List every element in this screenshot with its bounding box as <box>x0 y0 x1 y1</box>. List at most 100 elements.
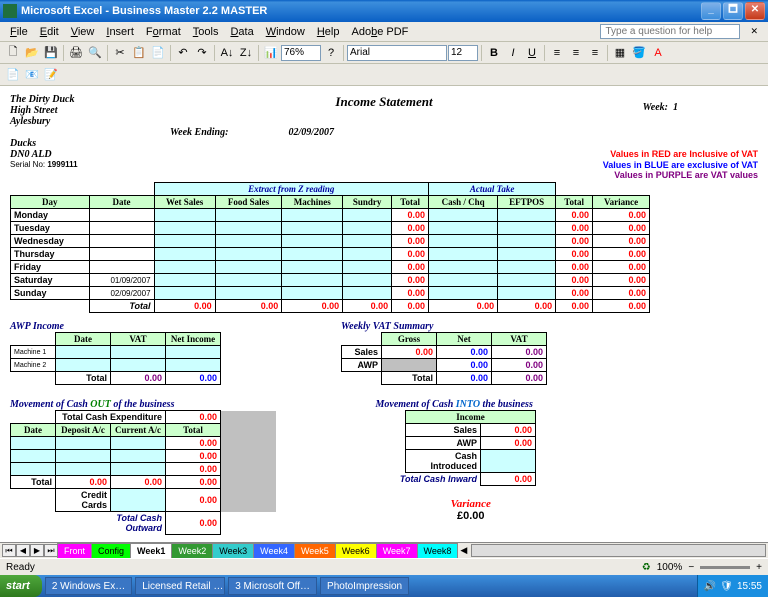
minimize-button[interactable]: _ <box>701 2 721 20</box>
font-combo[interactable] <box>347 45 447 61</box>
table-row[interactable]: Tuesday0.000.000.00 <box>11 222 650 235</box>
open-icon[interactable]: 📂 <box>23 44 41 62</box>
menu-adobe-pdf[interactable]: Adobe PDF <box>345 24 414 40</box>
underline-icon[interactable]: U <box>523 44 541 62</box>
taskbar-item[interactable]: Licensed Retail … <box>135 577 225 595</box>
borders-icon[interactable]: ▦ <box>611 44 629 62</box>
week-label: Week: 1 <box>643 102 678 113</box>
address-line: Aylesbury <box>10 116 758 127</box>
taskbar-item[interactable]: PhotoImpression <box>320 577 409 595</box>
sort-asc-icon[interactable]: A↓ <box>218 44 236 62</box>
tab-config[interactable]: Config <box>91 543 131 558</box>
sheet-tabs: ⏮ ◀ ▶ ⏭ Front Config Week1 Week2 Week3 W… <box>0 542 768 558</box>
recycle-icon: ♻ <box>642 562 651 573</box>
awp-table[interactable]: DateVATNet Income Machine 1 Machine 2 To… <box>10 332 221 385</box>
tab-nav-first[interactable]: ⏮ <box>2 544 16 557</box>
cut-icon[interactable]: ✂ <box>111 44 129 62</box>
copy-icon[interactable]: 📋 <box>130 44 148 62</box>
tab-week5[interactable]: Week5 <box>294 543 336 558</box>
paste-icon[interactable]: 📄 <box>149 44 167 62</box>
tab-week4[interactable]: Week4 <box>253 543 295 558</box>
menu-format[interactable]: Format <box>140 24 187 40</box>
excel-icon <box>3 4 17 18</box>
close-button[interactable]: ✕ <box>745 2 765 20</box>
table-row[interactable]: Wednesday0.000.000.00 <box>11 235 650 248</box>
close-workbook-button[interactable]: ✕ <box>744 24 764 39</box>
table-row[interactable]: Sunday02/09/20070.000.000.00 <box>11 287 650 300</box>
tab-week7[interactable]: Week7 <box>376 543 418 558</box>
table-row[interactable]: Thursday0.000.000.00 <box>11 248 650 261</box>
zoom-out-icon[interactable]: − <box>688 562 694 573</box>
tab-week6[interactable]: Week6 <box>335 543 377 558</box>
tab-nav-prev[interactable]: ◀ <box>16 544 30 557</box>
tab-front[interactable]: Front <box>57 543 92 558</box>
system-tray[interactable]: 🔊 🛡 15:55 <box>697 575 768 597</box>
pdf-mail-icon[interactable]: 📧 <box>23 66 41 84</box>
tray-icon[interactable]: 🛡 <box>720 581 733 592</box>
save-icon[interactable]: 💾 <box>42 44 60 62</box>
worksheet-area[interactable]: The Dirty Duck Income Statement Week: 1 … <box>0 86 768 542</box>
vat-note: Values in PURPLE are VAT values <box>10 170 758 180</box>
font-color-icon[interactable]: A <box>649 44 667 62</box>
align-center-icon[interactable]: ≡ <box>567 44 585 62</box>
print-icon[interactable]: 🖨 <box>67 44 85 62</box>
cash-in-title: Movement of Cash INTO the business <box>376 399 537 410</box>
vat-summary-table[interactable]: GrossNetVAT Sales0.000.000.00 AWP0.000.0… <box>341 332 547 385</box>
tab-week1[interactable]: Week1 <box>130 543 172 558</box>
menu-data[interactable]: Data <box>224 24 259 40</box>
tray-icon[interactable]: 🔊 <box>704 581 716 592</box>
status-ready: Ready <box>6 562 35 573</box>
pdf-toolbar: 📄 📧 📝 <box>0 64 768 86</box>
zoom-slider[interactable] <box>700 566 750 569</box>
start-button[interactable]: start <box>0 575 42 597</box>
maximize-button[interactable]: 🗖 <box>723 2 743 20</box>
sort-desc-icon[interactable]: Z↓ <box>237 44 255 62</box>
italic-icon[interactable]: I <box>504 44 522 62</box>
menu-view[interactable]: View <box>65 24 101 40</box>
menu-window[interactable]: Window <box>260 24 311 40</box>
menu-edit[interactable]: Edit <box>34 24 65 40</box>
week-ending-label: Week Ending: <box>170 127 228 138</box>
status-bar: Ready ♻ 100% − + <box>0 558 768 575</box>
cash-out-table[interactable]: Total Cash Expenditure0.00 DateDeposit A… <box>10 410 276 535</box>
horizontal-scrollbar[interactable] <box>471 544 766 557</box>
vat-note: Values in BLUE are exclusive of VAT <box>603 160 758 170</box>
zoom-in-icon[interactable]: + <box>756 562 762 573</box>
table-row[interactable]: Saturday01/09/20070.000.000.00 <box>11 274 650 287</box>
menu-tools[interactable]: Tools <box>187 24 225 40</box>
align-left-icon[interactable]: ≡ <box>548 44 566 62</box>
undo-icon[interactable]: ↶ <box>174 44 192 62</box>
chart-icon[interactable]: 📊 <box>262 44 280 62</box>
fontsize-combo[interactable] <box>448 45 478 61</box>
print-preview-icon[interactable]: 🔍 <box>86 44 104 62</box>
variance-label: Variance <box>406 498 537 510</box>
taskbar-item[interactable]: 2 Windows Ex… <box>45 577 132 595</box>
redo-icon[interactable]: ↷ <box>193 44 211 62</box>
taskbar-item[interactable]: 3 Microsoft Off… <box>228 577 317 595</box>
tab-week8[interactable]: Week8 <box>417 543 459 558</box>
help-search-input[interactable] <box>600 24 740 39</box>
tab-nav-next[interactable]: ▶ <box>30 544 44 557</box>
help-icon[interactable]: ? <box>322 44 340 62</box>
awp-title: AWP Income <box>10 321 221 332</box>
vat-summary-title: Weekly VAT Summary <box>341 321 547 332</box>
pdf-icon[interactable]: 📄 <box>4 66 22 84</box>
zoom-combo[interactable] <box>281 45 321 61</box>
menu-insert[interactable]: Insert <box>100 24 140 40</box>
bold-icon[interactable]: B <box>485 44 503 62</box>
week-ending-date: 02/09/2007 <box>288 127 334 138</box>
windows-taskbar: start 2 Windows Ex… Licensed Retail … 3 … <box>0 575 768 597</box>
fill-color-icon[interactable]: 🪣 <box>630 44 648 62</box>
tab-nav-last[interactable]: ⏭ <box>44 544 58 557</box>
menu-help[interactable]: Help <box>311 24 346 40</box>
align-right-icon[interactable]: ≡ <box>586 44 604 62</box>
table-row[interactable]: Monday0.000.000.00 <box>11 209 650 222</box>
cash-in-table[interactable]: Income Sales0.00 AWP0.00 Cash Introduced… <box>376 410 537 486</box>
tab-week3[interactable]: Week3 <box>212 543 254 558</box>
tab-week2[interactable]: Week2 <box>171 543 213 558</box>
pdf-review-icon[interactable]: 📝 <box>42 66 60 84</box>
menu-file[interactable]: File <box>4 24 34 40</box>
table-row[interactable]: Friday0.000.000.00 <box>11 261 650 274</box>
new-icon[interactable]: 🗋 <box>4 44 22 62</box>
income-table[interactable]: Extract from Z reading Actual Take DayDa… <box>10 182 650 313</box>
